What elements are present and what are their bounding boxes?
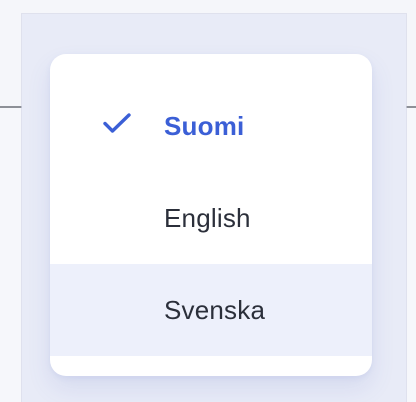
language-option-english[interactable]: English xyxy=(50,172,372,264)
language-option-label: Svenska xyxy=(164,295,266,325)
language-option-label: English xyxy=(164,203,251,233)
language-option-suomi[interactable]: Suomi xyxy=(50,80,372,172)
language-option-label: Suomi xyxy=(164,111,245,141)
language-menu: Suomi English Svenska xyxy=(50,54,372,376)
language-option-svenska[interactable]: Svenska xyxy=(50,264,372,356)
check-icon xyxy=(102,111,132,135)
